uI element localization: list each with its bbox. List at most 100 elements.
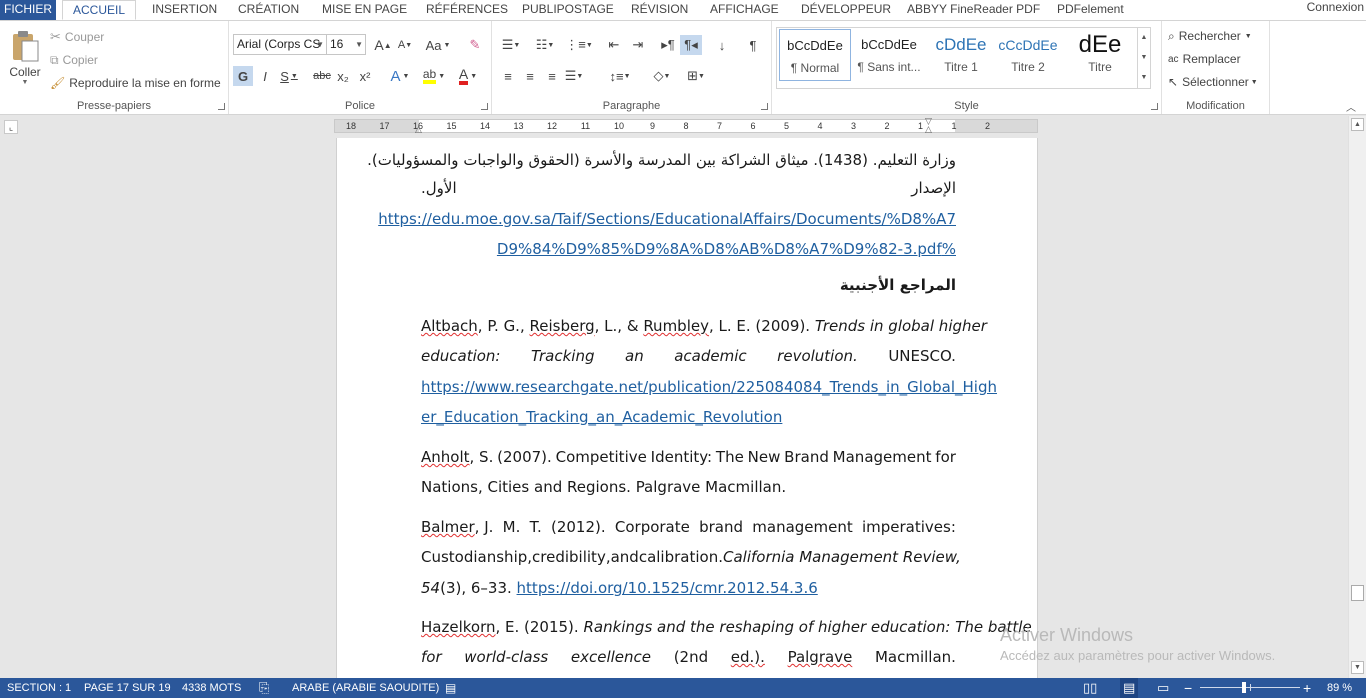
sign-in-link[interactable]: Connexion — [1307, 0, 1364, 14]
vertical-scrollbar[interactable]: ▲ ▼ — [1348, 116, 1366, 678]
style-heading1[interactable]: cDdEe Titre 1 — [925, 29, 997, 81]
style-no-spacing[interactable]: bCcDdEe ¶ Sans int... — [853, 29, 925, 81]
justify-button[interactable]: ☰ ▼ — [564, 66, 584, 86]
paste-button[interactable]: Coller ▼ — [6, 27, 44, 93]
align-left-button[interactable]: ≡ — [498, 66, 518, 86]
align-right-button[interactable]: ≡ — [542, 66, 562, 86]
italic-button[interactable]: I — [256, 66, 274, 86]
text-effects-button[interactable]: A ▼ — [387, 66, 413, 86]
proofing-icon[interactable]: ⎘ — [259, 678, 269, 698]
ruler-number: 11 — [580, 121, 591, 131]
read-mode-icon[interactable]: ▯▯ — [1083, 678, 1097, 698]
paragraph-group: ☰ ▼ ☷ ▼ ⋮≡ ▼ ⇤ ⇥ ▸¶ ¶◂ ↓ ¶ ≡ ≡ ≡ ☰ ▼ ↕≡ ▼ ◇ ▼ … — [492, 21, 772, 114]
horizontal-ruler[interactable]: 18 17 16 15 14 13 12 11 10 9 8 7 6 5 4 3 2 1 1 2 △ ▽ △ — [334, 117, 1038, 135]
collapse-ribbon-icon[interactable]: ︿ — [1346, 99, 1356, 114]
format-painter-button[interactable]: 🖌 Reproduire la mise en forme — [50, 73, 221, 93]
zoom-level[interactable]: 89 % — [1327, 678, 1352, 698]
shading-button[interactable]: ◇ ▼ — [648, 66, 676, 86]
underline-button[interactable]: S ▼ — [277, 66, 301, 86]
style-heading2[interactable]: cCcDdEe Titre 2 — [992, 29, 1064, 81]
font-name-select[interactable]: Arial (Corps CS ▼ — [233, 34, 327, 55]
clear-formatting-icon[interactable]: ✎ — [465, 35, 485, 55]
zoom-slider-thumb[interactable] — [1242, 682, 1246, 693]
tab-abbyy[interactable]: ABBYY FineReader PDF — [899, 0, 1048, 20]
tab-pdfelement[interactable]: PDFelement — [1049, 0, 1132, 20]
scroll-down-icon[interactable]: ▼ — [1138, 48, 1150, 68]
language-indicator[interactable]: ARABE (ARABIE SAOUDITE) — [292, 678, 439, 698]
cut-button[interactable]: ✂ Couper — [50, 27, 104, 47]
scroll-up-icon[interactable]: ▲ — [1351, 118, 1364, 131]
hyperlink[interactable]: https://edu.moe.gov.sa/Taif/Sections/Edu… — [378, 208, 956, 230]
scroll-up-icon[interactable]: ▲ — [1138, 28, 1150, 48]
rtl-button[interactable]: ¶◂ — [680, 35, 702, 55]
clipboard-launcher-icon[interactable] — [218, 103, 225, 110]
scroll-down-icon[interactable]: ▼ — [1351, 661, 1364, 674]
underline-icon: S — [280, 68, 289, 84]
style-normal[interactable]: bCcDdEe ¶ Normal — [779, 29, 851, 81]
grow-font-button[interactable]: A ▲ — [374, 35, 392, 55]
paragraph-launcher-icon[interactable] — [761, 103, 768, 110]
left-indent-marker-icon[interactable]: △ — [415, 124, 422, 135]
multilevel-list-button[interactable]: ⋮≡ ▼ — [565, 35, 593, 55]
strikethrough-button[interactable]: abc — [311, 66, 333, 86]
line-spacing-button[interactable]: ↕≡ ▼ — [606, 66, 634, 86]
tab-developer[interactable]: DÉVELOPPEUR — [793, 0, 899, 20]
document-area[interactable]: وزارة التعليم. (1438). ميثاق الشراكة بين… — [0, 138, 1348, 678]
shrink-font-button[interactable]: A ▼ — [396, 35, 414, 55]
scroll-thumb[interactable] — [1351, 585, 1364, 601]
select-button[interactable]: ↖ Sélectionner ▼ — [1168, 72, 1258, 92]
section-indicator[interactable]: SECTION : 1 — [7, 678, 71, 698]
tab-home[interactable]: ACCUEIL — [62, 0, 136, 20]
hyperlink[interactable]: https://doi.org/10.1525/cmr.2012.54.3.6 — [517, 579, 818, 597]
paste-label: Coller — [9, 65, 41, 79]
tab-layout[interactable]: MISE EN PAGE — [314, 0, 415, 20]
tab-file[interactable]: FICHIER — [0, 0, 56, 20]
chevron-down-icon: ▼ — [1244, 32, 1252, 40]
font-size-select[interactable]: 16 ▼ — [326, 34, 366, 55]
print-layout-icon[interactable]: ▤ — [1120, 678, 1139, 698]
word: T. — [529, 518, 542, 536]
superscript-button[interactable]: x² — [356, 66, 374, 86]
numbering-button[interactable]: ☷ ▼ — [532, 35, 558, 55]
web-layout-icon[interactable]: ▭ — [1157, 678, 1169, 698]
sort-button[interactable]: ↓ — [712, 35, 732, 55]
hyperlink[interactable]: er_Education_Tracking_an_Academic_Revolu… — [421, 406, 956, 428]
page-indicator[interactable]: PAGE 17 SUR 19 — [84, 678, 171, 698]
hyperlink[interactable]: https://www.researchgate.net/publication… — [421, 376, 997, 398]
increase-indent-button[interactable]: ⇥ — [628, 35, 648, 55]
tab-references[interactable]: RÉFÉRENCES — [418, 0, 516, 20]
style-title[interactable]: dEe Titre — [1064, 29, 1136, 81]
change-case-button[interactable]: Aa ▼ — [424, 35, 452, 55]
macro-icon[interactable]: ▤ — [445, 678, 456, 698]
font-color-button[interactable]: A ▼ — [453, 66, 483, 86]
show-marks-button[interactable]: ¶ — [744, 35, 762, 55]
ltr-button[interactable]: ▸¶ — [658, 35, 678, 55]
replace-button[interactable]: ac Remplacer — [1168, 49, 1241, 69]
hyperlink[interactable]: %D9%84%D9%85%D9%8A%D8%AB%D8%A7%D9%82-3.p… — [421, 238, 956, 260]
ruler-number: 6 — [750, 121, 756, 131]
font-launcher-icon[interactable] — [481, 103, 488, 110]
word-count[interactable]: 4338 MOTS — [182, 678, 241, 698]
highlight-button[interactable]: ab ▼ — [419, 66, 449, 86]
tab-view[interactable]: AFFICHAGE — [702, 0, 787, 20]
tab-review[interactable]: RÉVISION — [623, 0, 696, 20]
document-page[interactable]: وزارة التعليم. (1438). ميثاق الشراكة بين… — [336, 138, 1038, 678]
align-center-button[interactable]: ≡ — [520, 66, 540, 86]
zoom-slider[interactable] — [1200, 682, 1300, 693]
tab-design[interactable]: CRÉATION — [230, 0, 307, 20]
decrease-indent-button[interactable]: ⇤ — [604, 35, 624, 55]
styles-launcher-icon[interactable] — [1151, 103, 1158, 110]
zoom-in-icon[interactable]: + — [1303, 678, 1311, 698]
tab-insert[interactable]: INSERTION — [144, 0, 225, 20]
borders-button[interactable]: ⊞ ▼ — [682, 66, 710, 86]
tab-selector[interactable]: ⌞ — [4, 120, 18, 134]
bullets-button[interactable]: ☰ ▼ — [498, 35, 524, 55]
find-button[interactable]: ⌕ Rechercher ▼ — [1168, 26, 1252, 46]
tab-mailings[interactable]: PUBLIPOSTAGE — [514, 0, 622, 20]
right-indent-marker-icon[interactable]: ▽ △ — [925, 117, 932, 134]
zoom-out-icon[interactable]: − — [1184, 678, 1192, 698]
copy-button[interactable]: ⧉ Copier — [50, 50, 98, 70]
bold-button[interactable]: G — [233, 66, 253, 86]
subscript-button[interactable]: x₂ — [334, 66, 352, 86]
more-styles-icon[interactable]: ▼ — [1138, 68, 1150, 88]
